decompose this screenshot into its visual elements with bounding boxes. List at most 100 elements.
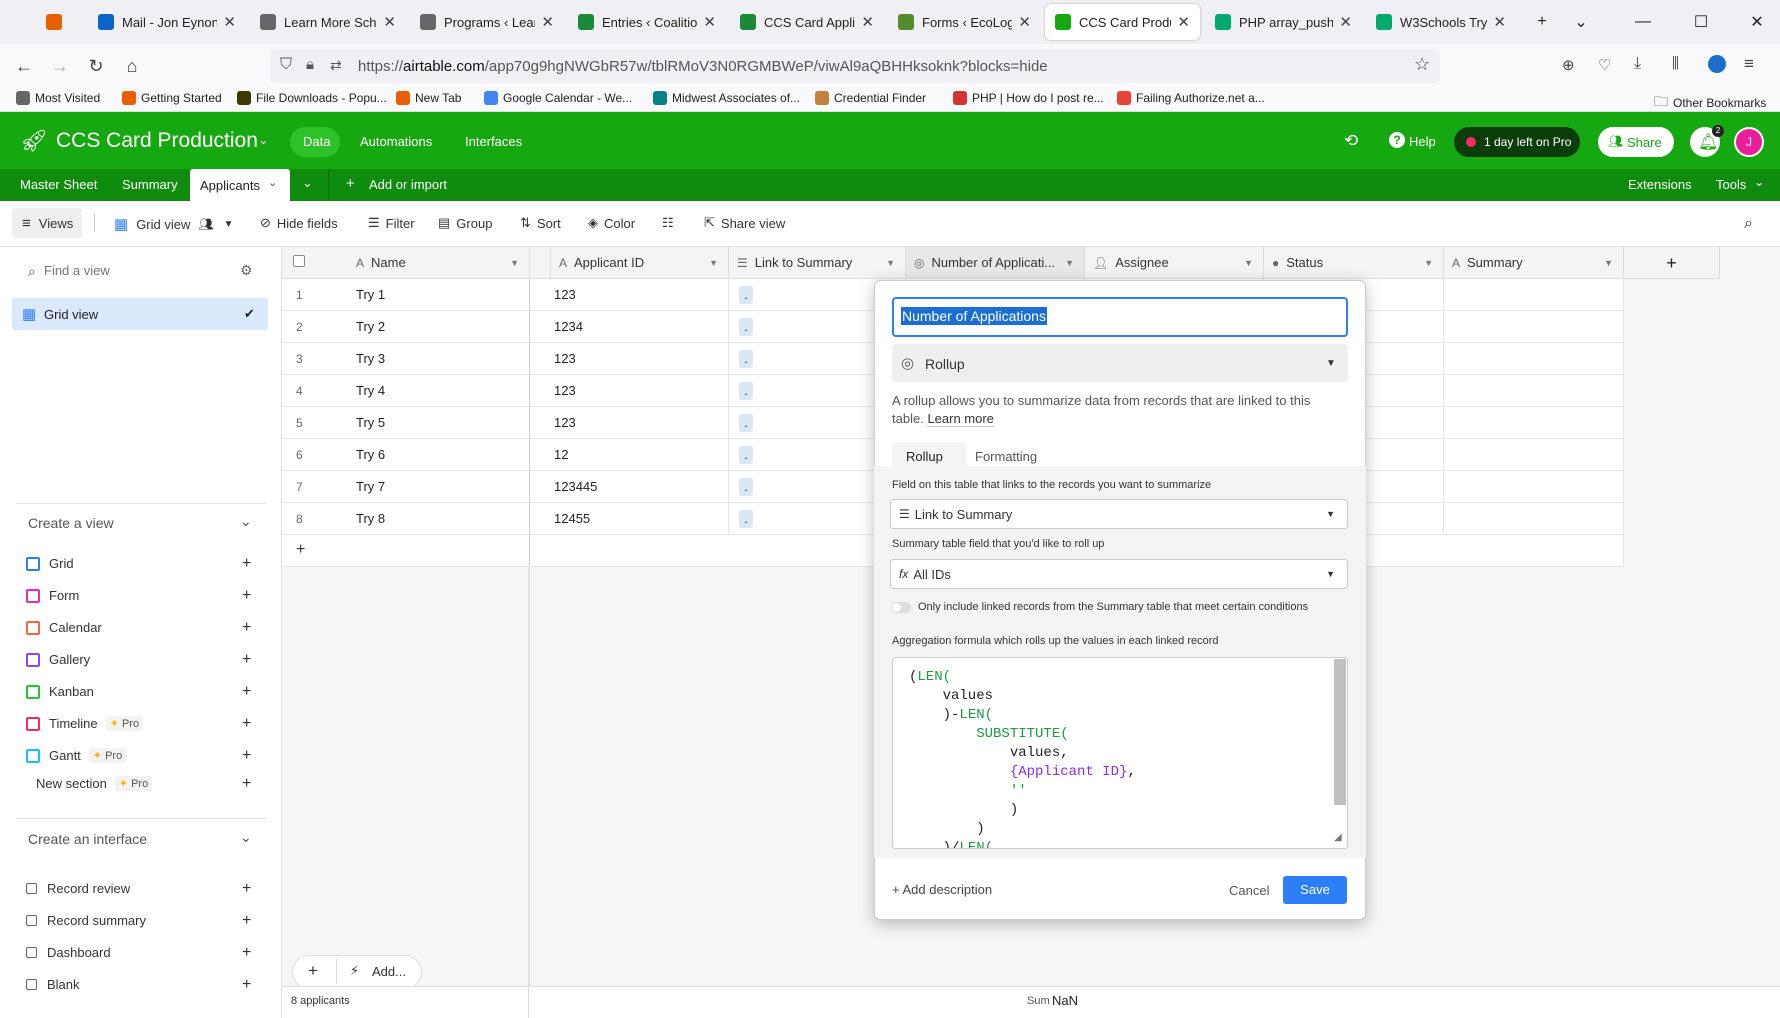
cancel-button[interactable]: Cancel xyxy=(1229,883,1269,898)
caret-down-icon[interactable]: ▼ xyxy=(510,258,519,268)
table-row[interactable]: 2 Try 2 xyxy=(282,311,530,343)
downloads-icon[interactable]: ⤓ xyxy=(1634,55,1641,73)
plus-icon[interactable]: + xyxy=(242,651,251,669)
column-header[interactable]: A Name ▼ xyxy=(348,247,530,279)
column-header[interactable]: A Applicant ID ▼ xyxy=(551,247,729,279)
pocket-icon[interactable]: ♡ xyxy=(1598,56,1611,74)
select-all-checkbox[interactable] xyxy=(293,255,305,267)
table-row[interactable]: 3 Try 3 xyxy=(282,343,530,375)
applicant-id-cell[interactable]: 123 xyxy=(530,375,729,407)
bookmark-item[interactable]: Google Calendar - We... xyxy=(484,91,632,105)
tools-button[interactable]: Tools xyxy=(1716,169,1746,201)
resize-handle-icon[interactable]: ◢ xyxy=(1334,832,1342,843)
browser-tab[interactable]: Programs ‹ Learn More ✕ xyxy=(410,4,564,40)
name-cell[interactable]: Try 3 xyxy=(356,343,385,374)
linked-record-chip[interactable]: . xyxy=(739,478,753,496)
maximize-button[interactable]: ☐ xyxy=(1678,0,1724,44)
add-description-button[interactable]: + Add description xyxy=(892,882,992,897)
home-icon[interactable]: ⌂ xyxy=(118,52,146,80)
table-cell[interactable] xyxy=(1444,471,1624,503)
close-icon[interactable]: ✕ xyxy=(861,13,874,31)
add-field-button[interactable]: + xyxy=(1624,247,1720,279)
hide-fields-button[interactable]: ⊘ Hide fields xyxy=(260,215,338,231)
bookmark-item[interactable]: File Downloads - Popu... xyxy=(237,91,387,105)
new-section-item[interactable]: New section ✦ Pro xyxy=(36,776,153,791)
plus-icon[interactable]: + xyxy=(242,555,251,573)
linked-record-chip[interactable]: . xyxy=(739,382,753,400)
plus-icon[interactable]: + xyxy=(242,747,251,765)
column-header[interactable]: ◎ Number of Applicati... ▼ xyxy=(906,247,1085,279)
bookmark-item[interactable]: Most Visited xyxy=(16,91,100,105)
permissions-icon[interactable]: ⇄ xyxy=(330,57,342,74)
magic-wand-icon[interactable]: ⚡︎ xyxy=(350,963,359,979)
color-button[interactable]: ◈ Color xyxy=(588,215,635,231)
views-toggle[interactable]: ≡ Views xyxy=(22,215,73,232)
learn-more-link[interactable]: Learn more xyxy=(927,411,994,427)
shield-icon[interactable]: ⛉ xyxy=(280,56,292,74)
search-icon[interactable]: ⌕ xyxy=(1744,215,1753,233)
name-cell[interactable]: Try 8 xyxy=(356,503,385,534)
help-link[interactable]: Help xyxy=(1409,134,1436,149)
sidebar-item-kanban[interactable]: Kanban xyxy=(26,684,94,699)
caret-down-icon[interactable]: ▼ xyxy=(709,258,718,268)
applicant-id-cell[interactable]: 123445 xyxy=(530,471,729,503)
bookmark-item[interactable]: Getting Started xyxy=(122,91,222,105)
plus-icon[interactable]: + xyxy=(242,683,251,701)
browser-tab[interactable]: Entries ‹ Coalition f ✕ xyxy=(568,4,726,40)
aggregation-formula-editor[interactable]: (LEN( values )-LEN( SUBSTITUTE( values, … xyxy=(892,657,1348,849)
minimize-button[interactable]: — xyxy=(1620,0,1666,44)
table-cell[interactable] xyxy=(1444,311,1624,343)
caret-down-icon[interactable]: ▼ xyxy=(1604,258,1613,268)
nav-data[interactable]: Data xyxy=(303,134,330,149)
caret-down-icon[interactable]: ▼ xyxy=(886,258,895,268)
sort-button[interactable]: ⇅ Sort xyxy=(520,215,561,231)
linked-record-chip[interactable]: . xyxy=(739,414,753,432)
browser-tab[interactable]: Learn More School ✕ xyxy=(250,4,406,40)
sidebar-item-interface[interactable]: Record review xyxy=(26,881,130,896)
plus-icon[interactable]: + xyxy=(242,976,251,994)
applicant-id-cell[interactable]: 123 xyxy=(530,343,729,375)
applicant-id-cell[interactable]: 123 xyxy=(530,407,729,439)
gear-icon[interactable]: ⚙ xyxy=(240,262,253,279)
column-header[interactable]: A Summary ▼ xyxy=(1444,247,1624,279)
table-cell[interactable] xyxy=(1444,375,1624,407)
column-header[interactable]: 👤︎ Assignee ▼ xyxy=(1085,247,1264,279)
extensions-button[interactable]: Extensions xyxy=(1628,169,1692,201)
history-icon[interactable]: ⟲ xyxy=(1344,131,1358,151)
bookmark-star-icon[interactable]: ☆ xyxy=(1414,54,1430,75)
caret-down-icon[interactable]: ▼ xyxy=(1065,258,1074,268)
chevron-down-icon[interactable]: ⌄ xyxy=(1754,175,1764,189)
add-record-button[interactable]: + xyxy=(308,961,318,981)
table-cell[interactable] xyxy=(1444,343,1624,375)
browser-tab[interactable]: CCS Card Production ✕ xyxy=(1045,4,1200,40)
plus-icon[interactable]: + xyxy=(346,175,355,192)
close-icon[interactable]: ✕ xyxy=(1177,13,1190,31)
reload-icon[interactable]: ↻ xyxy=(82,52,110,80)
all-tables-chevron-icon[interactable]: ⌄ xyxy=(302,175,313,191)
tab-list-button[interactable]: ⌄ xyxy=(1558,0,1604,44)
create-interface-heading[interactable]: Create an interface xyxy=(28,831,147,847)
rocket-icon[interactable]: 🚀︎ xyxy=(20,128,48,154)
close-icon[interactable]: ✕ xyxy=(541,13,554,31)
bookmark-item[interactable]: Credential Finder xyxy=(815,91,926,105)
nav-interfaces[interactable]: Interfaces xyxy=(465,134,522,149)
table-row[interactable]: 6 Try 6 xyxy=(282,439,530,471)
plus-icon[interactable]: + xyxy=(242,944,251,962)
name-cell[interactable]: Try 1 xyxy=(356,279,385,310)
table-cell[interactable] xyxy=(1444,439,1624,471)
column-header[interactable]: ● Status ▼ xyxy=(1264,247,1444,279)
add-new-section-icon[interactable]: + xyxy=(242,775,251,793)
browser-tab[interactable]: CCS Card Application ✕ xyxy=(730,4,884,40)
browser-tab[interactable]: PHP array_push() F ✕ xyxy=(1205,4,1362,40)
plus-icon[interactable]: + xyxy=(296,541,305,559)
table-cell[interactable] xyxy=(1444,279,1624,311)
plus-icon[interactable]: + xyxy=(242,587,251,605)
sum-label[interactable]: Sum xyxy=(1027,995,1050,1007)
frozen-column-handle[interactable] xyxy=(530,247,551,279)
sidebar-item-interface[interactable]: Record summary xyxy=(26,913,146,928)
name-cell[interactable]: Try 7 xyxy=(356,471,385,502)
linked-record-chip[interactable]: . xyxy=(739,510,753,528)
chevron-down-icon[interactable]: ⌄ xyxy=(258,132,269,148)
tab-formatting[interactable]: Formatting xyxy=(975,449,1037,464)
avatar[interactable]: J xyxy=(1734,127,1764,157)
